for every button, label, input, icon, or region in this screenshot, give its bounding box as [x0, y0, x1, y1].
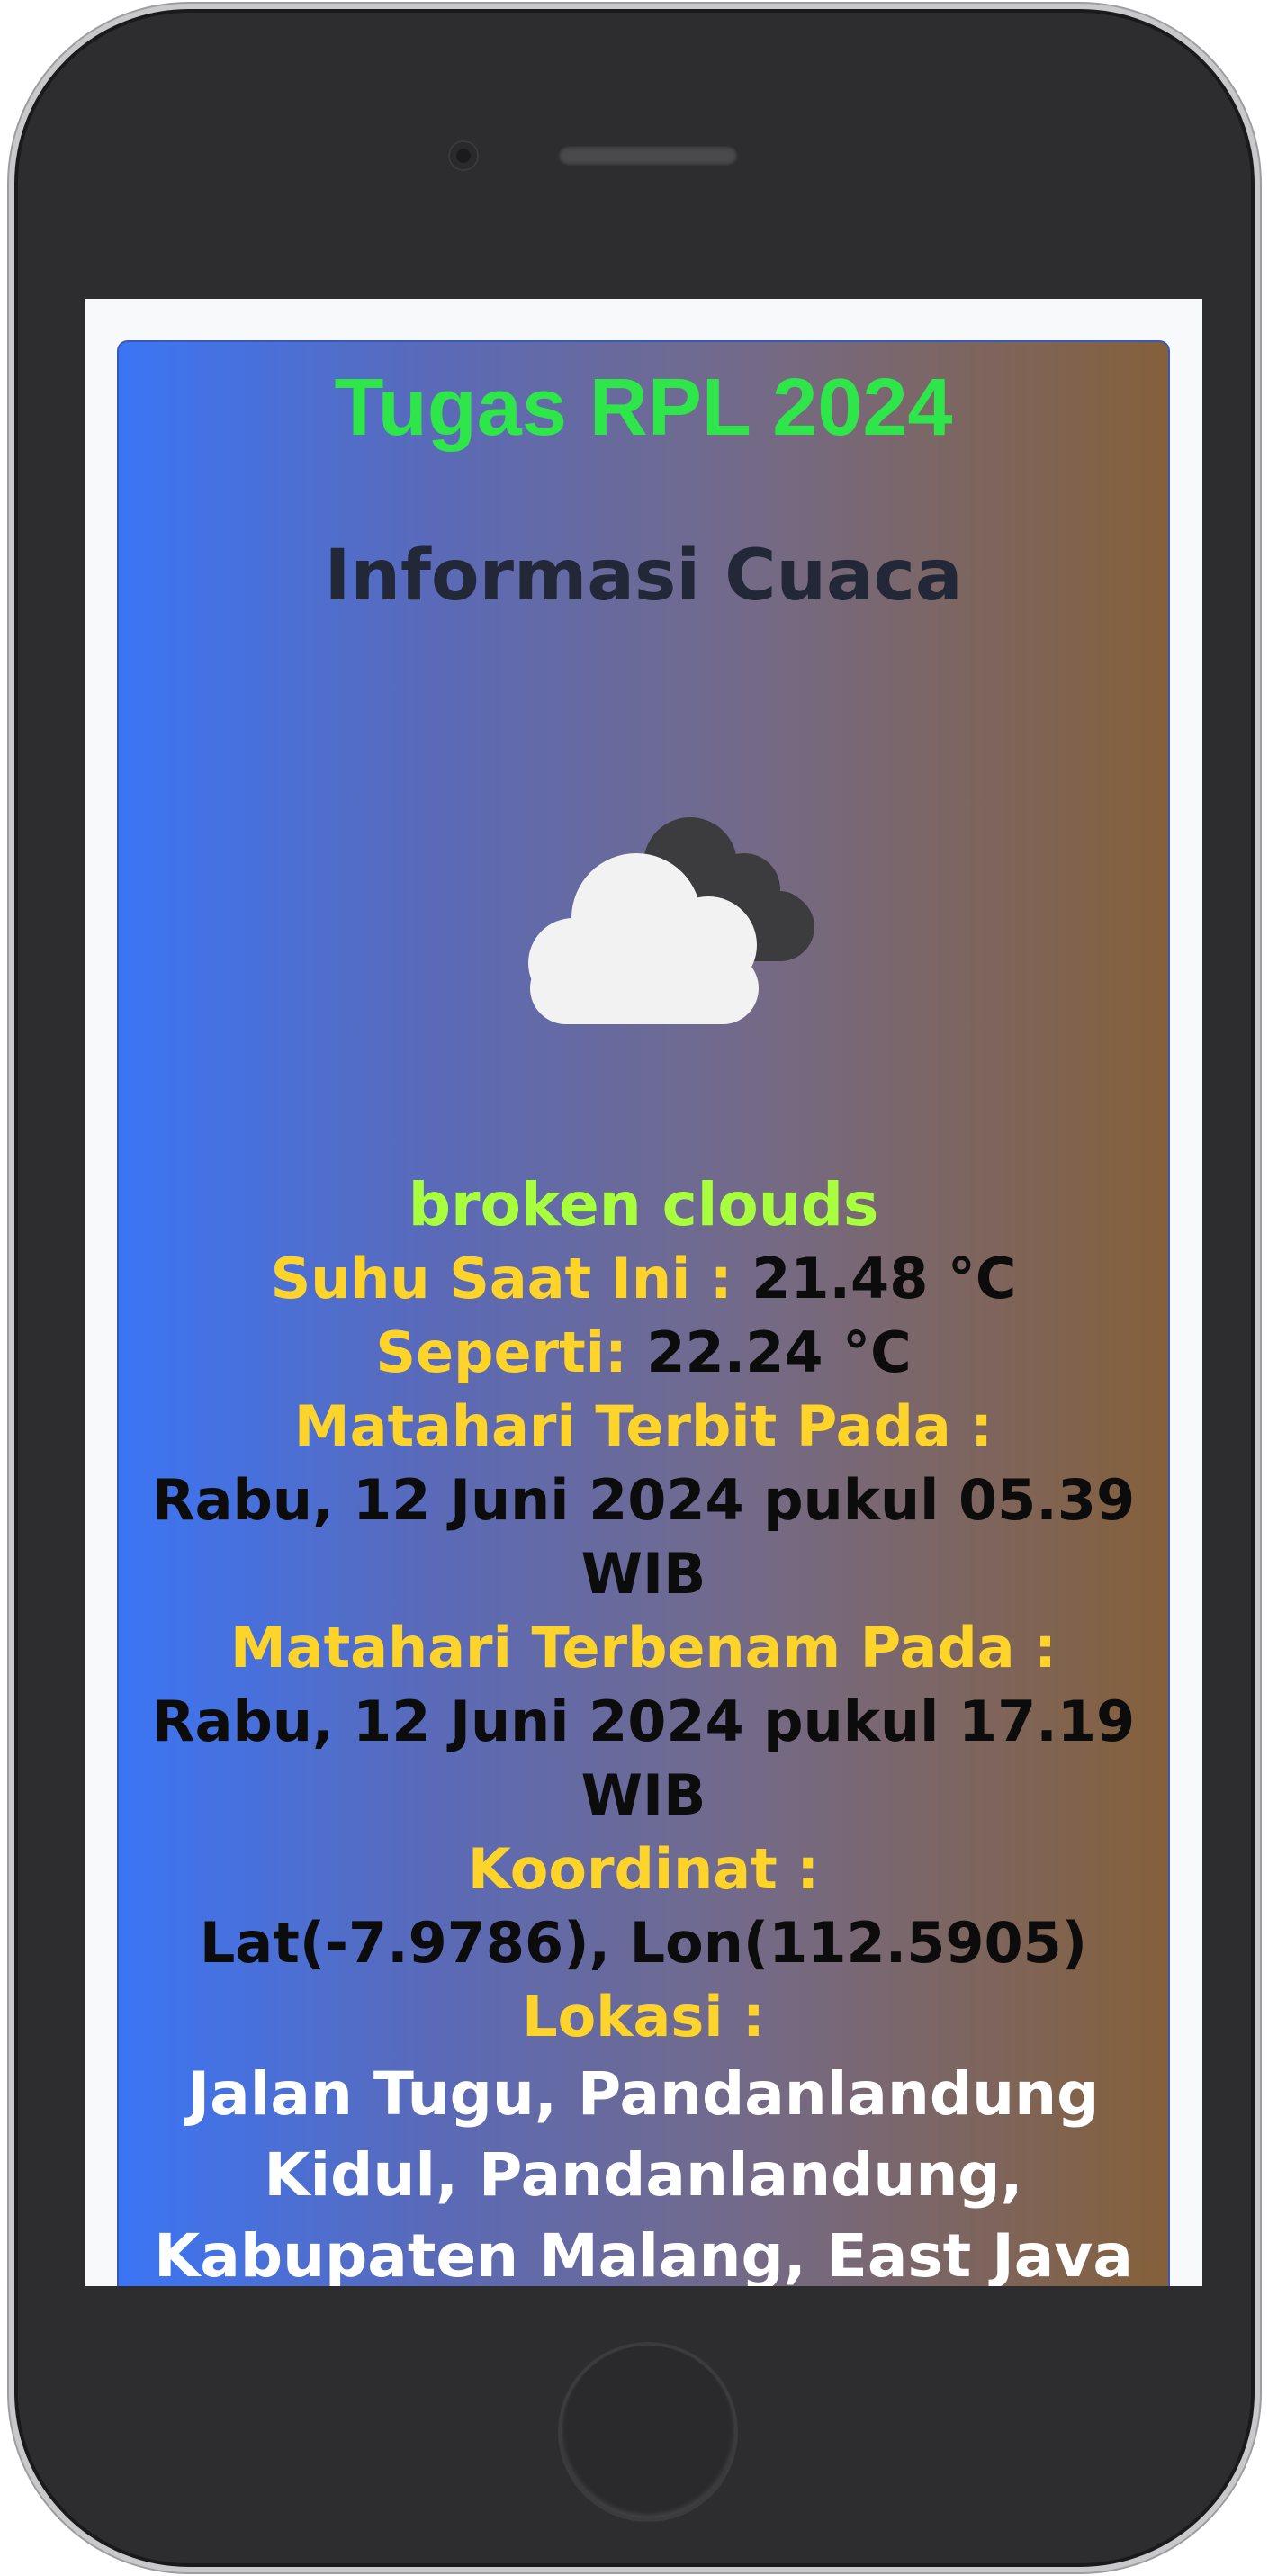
location-value: Jalan Tugu, Pandanlandung Kidul, Pandanl… [154, 2059, 1133, 2286]
broken-clouds-icon [528, 817, 814, 1024]
coordinate-label: Koordinat : [467, 1836, 820, 1902]
speaker-grille [558, 146, 738, 166]
feels-like-value: 22.24 °C [646, 1320, 912, 1385]
temperature-label: Suhu Saat Ini : [270, 1246, 752, 1311]
phone-frame: Tugas RPL 2024 Informasi Cuaca broken cl… [9, 4, 1260, 2572]
page-subtitle: Informasi Cuaca [324, 536, 963, 617]
front-camera-icon [450, 142, 477, 169]
sunset-label: Matahari Terbenam Pada : [230, 1615, 1057, 1680]
page-title: Tugas RPL 2024 [334, 363, 953, 453]
home-button[interactable] [558, 2342, 738, 2522]
sunrise-label: Matahari Terbit Pada : [293, 1393, 994, 1459]
coordinate-value: Lat(-7.9786), Lon(112.5905) [199, 1910, 1088, 1976]
sunset-value: Rabu, 12 Juni 2024 pukul 17.19 WIB [151, 1689, 1136, 1828]
temperature-row: Suhu Saat Ini : 21.48 °C Seperti: 22.24 … [146, 1242, 1141, 1390]
screen: Tugas RPL 2024 Informasi Cuaca broken cl… [85, 299, 1202, 2286]
feels-like-label: Seperti: [375, 1320, 627, 1385]
weather-card: Tugas RPL 2024 Informasi Cuaca broken cl… [117, 340, 1170, 2286]
weather-description: broken clouds [408, 1170, 879, 1239]
weather-info: broken clouds Suhu Saat Ini : 21.48 °C S… [146, 1168, 1141, 2286]
location-label: Lokasi : [522, 1984, 765, 2049]
sunrise-value: Rabu, 12 Juni 2024 pukul 05.39 WIB [151, 1467, 1136, 1607]
temperature-value: 21.48 °C [752, 1246, 1017, 1311]
